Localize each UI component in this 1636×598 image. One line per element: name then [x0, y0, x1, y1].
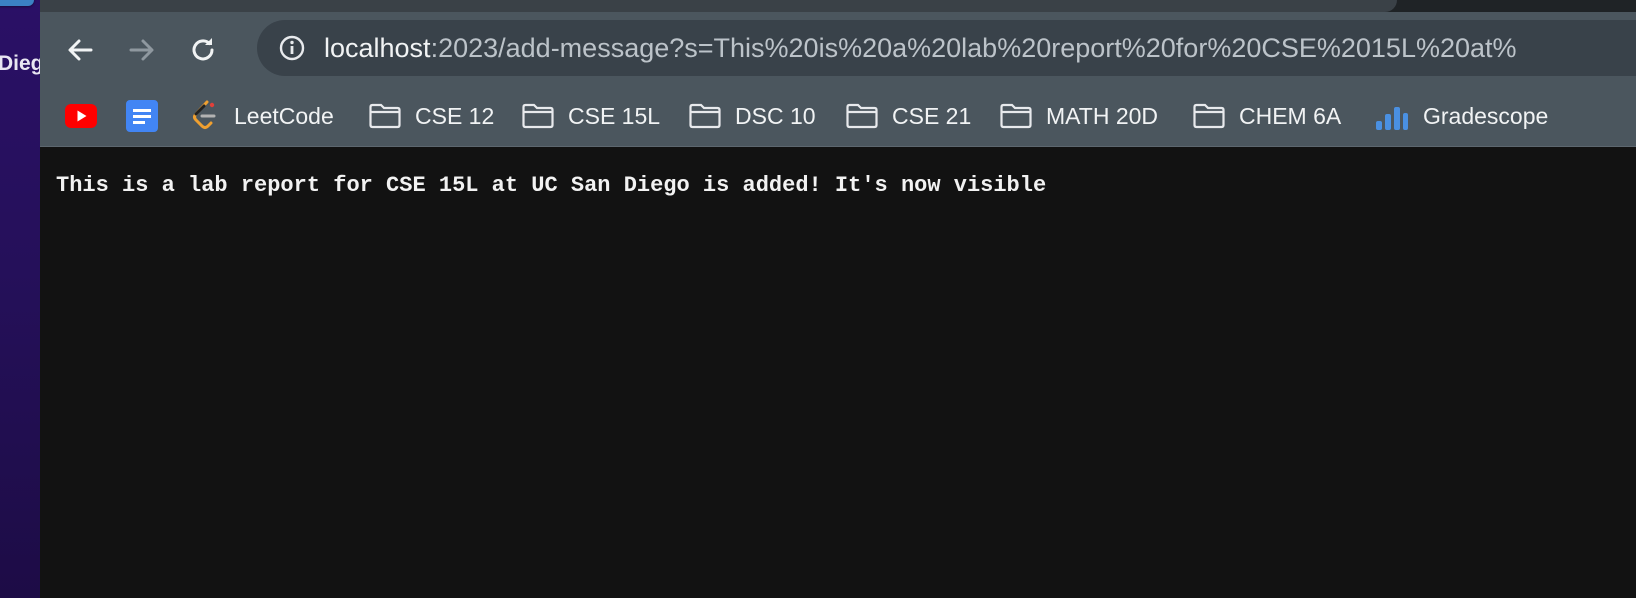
bookmark-label: CSE 21 — [892, 102, 972, 129]
desktop-item-label: Dieg — [0, 52, 40, 75]
bookmark-label: Gradescope — [1423, 102, 1549, 129]
bookmark-folder-math-20d[interactable]: MATH 20D — [1000, 86, 1158, 146]
bookmark-label: DSC 10 — [735, 102, 816, 129]
bookmark-folder-cse-15l[interactable]: CSE 15L — [522, 86, 660, 146]
bookmark-gradescope[interactable]: Gradescope — [1375, 86, 1548, 146]
bookmark-label: CHEM 6A — [1239, 102, 1342, 129]
folder-icon — [689, 103, 721, 129]
page-content: This is a lab report for CSE 15L at UC S… — [40, 147, 1636, 598]
address-bar[interactable]: localhost:2023/add-message?s=This%20is%2… — [257, 20, 1636, 76]
bookmark-google-docs[interactable] — [126, 86, 158, 146]
active-tab[interactable] — [40, 0, 1397, 12]
google-docs-icon — [126, 100, 158, 132]
bookmark-folder-chem-6a[interactable]: CHEM 6A — [1193, 86, 1341, 146]
browser-window: localhost:2023/add-message?s=This%20is%2… — [40, 0, 1636, 598]
gradescope-icon — [1376, 107, 1408, 130]
desktop-folder-icon[interactable] — [0, 0, 34, 6]
tab-strip — [40, 0, 1636, 12]
arrow-right-icon — [129, 39, 154, 61]
bookmark-label: CSE 15L — [568, 102, 661, 129]
bookmark-youtube[interactable] — [65, 86, 97, 146]
folder-icon — [846, 103, 878, 129]
bookmark-label: MATH 20D — [1046, 102, 1159, 129]
bookmarks-bar: LeetCode CSE 12 CSE 15L DSC 10 CSE 21 MA… — [40, 86, 1636, 147]
bookmark-folder-dsc-10[interactable]: DSC 10 — [689, 86, 816, 146]
folder-icon — [369, 103, 401, 129]
bookmark-label: CSE 12 — [415, 102, 495, 129]
info-icon[interactable] — [278, 34, 306, 62]
folder-icon — [1193, 103, 1225, 129]
url-path: :2023/add-message?s=This%20is%20a%20lab%… — [430, 33, 1517, 63]
folder-icon — [1000, 103, 1032, 129]
url-text[interactable]: localhost:2023/add-message?s=This%20is%2… — [324, 20, 1517, 76]
reload-icon — [192, 38, 214, 61]
bookmark-folder-cse-12[interactable]: CSE 12 — [369, 86, 494, 146]
bookmark-folder-cse-21[interactable]: CSE 21 — [846, 86, 971, 146]
reload-button[interactable] — [183, 30, 223, 70]
back-button[interactable] — [60, 30, 100, 70]
desktop-background: Dieg — [0, 0, 40, 598]
folder-icon — [522, 103, 554, 129]
message-text: This is a lab report for CSE 15L at UC S… — [56, 173, 1047, 198]
browser-toolbar: localhost:2023/add-message?s=This%20is%2… — [40, 12, 1636, 86]
youtube-icon — [65, 104, 97, 128]
bookmark-label: LeetCode — [234, 102, 334, 129]
forward-button[interactable] — [122, 30, 162, 70]
bookmark-leetcode[interactable]: LeetCode — [190, 86, 334, 146]
arrow-left-icon — [68, 39, 93, 61]
url-host: localhost — [324, 33, 431, 63]
leetcode-icon — [193, 100, 216, 129]
